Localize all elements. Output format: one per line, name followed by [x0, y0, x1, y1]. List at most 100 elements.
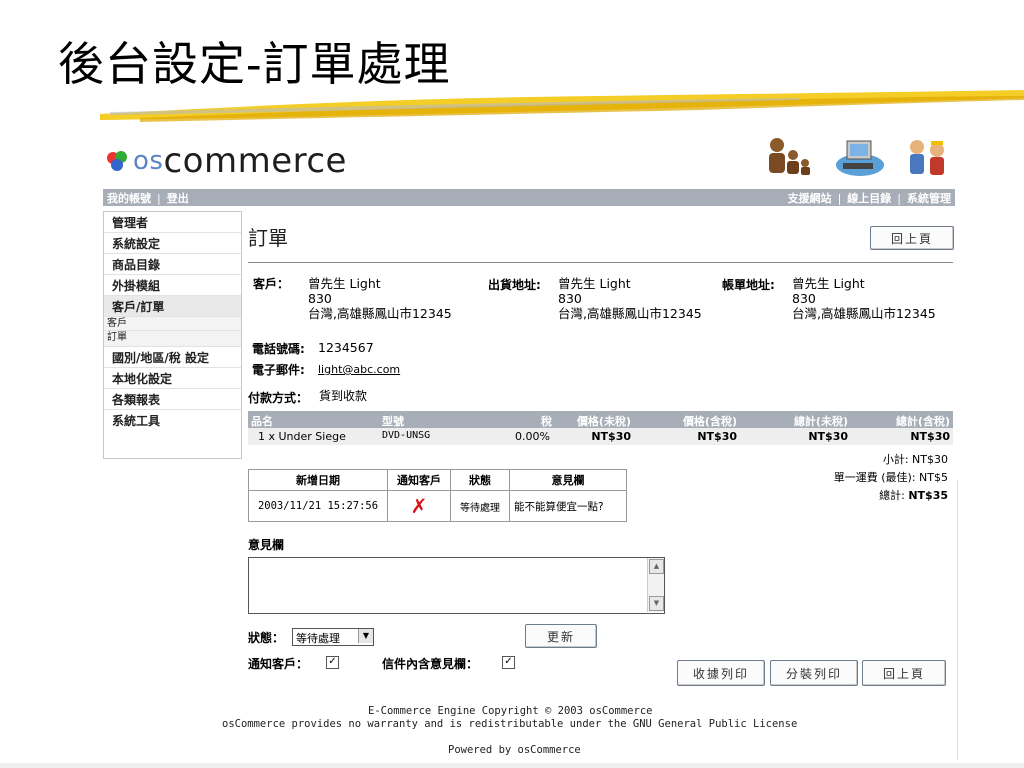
- customer-label: 客戶：: [253, 277, 290, 291]
- total-label: 總計:: [879, 489, 905, 502]
- footer-powered-by: Powered by osCommerce: [448, 744, 581, 756]
- col-model: 型號: [382, 415, 404, 428]
- online-catalog-link[interactable]: 線上目錄: [847, 192, 891, 205]
- append-comments-label: 信件內含意見欄：: [382, 657, 479, 671]
- content-border: [957, 480, 958, 760]
- brush-stroke-decoration: [100, 90, 1024, 122]
- sidebar-item-locations-taxes[interactable]: 國別/地區/稅 設定: [104, 347, 241, 368]
- sidebar-item-localization[interactable]: 本地化設定: [104, 368, 241, 389]
- back-button-bottom[interactable]: 回上頁: [862, 660, 946, 686]
- administration-link[interactable]: 系統管理: [907, 192, 951, 205]
- sidebar-item-tools[interactable]: 系統工具: [104, 410, 241, 430]
- history-comment: 能不能算便宜一點?: [509, 490, 627, 522]
- history-col-notified: 通知客戶: [387, 469, 451, 491]
- col-total-inc: 總計(含稅): [895, 415, 950, 428]
- product-total-inc: NT$30: [910, 430, 950, 443]
- status-select[interactable]: 等待處理 ▼: [292, 628, 374, 646]
- col-product: 品名: [251, 415, 273, 428]
- shipping-cost-row: 單一運費 (最佳): NT$5: [834, 469, 948, 487]
- notify-customer-checkbox[interactable]: ✓: [326, 656, 339, 669]
- logo-commerce-text: commerce: [163, 141, 347, 181]
- my-account-link[interactable]: 我的帳號: [107, 192, 151, 205]
- shipping-name: 曾先生 Light: [558, 276, 631, 291]
- subtotal-row: 小計: NT$30: [834, 451, 948, 469]
- shipping-cost-value: NT$5: [919, 471, 948, 484]
- subtotal-label: 小計:: [882, 453, 909, 466]
- table-row: 2003/11/21 15:27:56 ✗ 等待處理 能不能算便宜一點?: [248, 490, 627, 522]
- sidebar-subitem-customers[interactable]: 客戶: [104, 317, 241, 331]
- update-button[interactable]: 更新: [525, 624, 597, 648]
- col-price-inc: 價格(含稅): [682, 415, 737, 428]
- comments-label: 意見欄: [248, 538, 285, 552]
- email-label: 電子郵件:: [252, 363, 305, 377]
- status-selected-value: 等待處理: [296, 632, 340, 645]
- footer-license: osCommerce provides no warranty and is r…: [222, 718, 798, 730]
- notify-customer-label: 通知客戶：: [248, 657, 309, 671]
- slide-bottom-edge: [0, 763, 1024, 768]
- page-title: 訂單: [248, 226, 288, 250]
- sidebar-item-reports[interactable]: 各類報表: [104, 389, 241, 410]
- payment-label: 付款方式：: [248, 391, 309, 405]
- history-status: 等待處理: [450, 490, 510, 522]
- logo-os-text: os: [133, 146, 164, 176]
- customer-address: 台灣,高雄縣鳳山市12345: [308, 306, 452, 321]
- product-price-inc: NT$30: [697, 430, 737, 443]
- header-illustrations: [769, 138, 944, 176]
- sidebar: 管理者 系統設定 商品目錄 外掛模組 客戶/訂單 客戶 訂單 國別/地區/稅 設…: [103, 211, 242, 459]
- billing-address: 台灣,高雄縣鳳山市12345: [792, 306, 936, 321]
- scroll-down-icon[interactable]: ▼: [649, 596, 664, 611]
- history-date: 2003/11/21 15:27:56: [248, 490, 388, 522]
- support-site-link[interactable]: 支援網站: [788, 192, 832, 205]
- grand-total-row: 總計: NT$35: [834, 487, 948, 505]
- product-tax: 0.00%: [515, 430, 550, 443]
- totals-block: 小計: NT$30 單一運費 (最佳): NT$5 總計: NT$35: [834, 451, 948, 505]
- workers-icon: [910, 140, 944, 175]
- email-link[interactable]: light@abc.com: [318, 362, 400, 377]
- append-comments-checkbox[interactable]: ✓: [502, 656, 515, 669]
- computer-icon: [836, 140, 884, 176]
- shipping-label: 出貨地址:: [488, 278, 541, 292]
- sidebar-item-administrators[interactable]: 管理者: [104, 212, 241, 233]
- billing-postcode: 830: [792, 291, 816, 306]
- phone-label: 電話號碼:: [252, 342, 305, 356]
- comments-scrollbar[interactable]: ▲ ▼: [647, 558, 664, 612]
- total-value: NT$35: [908, 489, 948, 502]
- top-nav-bar: 我的帳號 | 登出 支援網站 | 線上目錄 | 系統管理: [103, 189, 955, 206]
- products-table-header: 品名 型號 稅 價格(未稅) 價格(含稅) 總計(未稅) 總計(含稅): [248, 411, 953, 428]
- sidebar-subitem-orders[interactable]: 訂單: [104, 331, 241, 347]
- invoice-print-button[interactable]: 收據列印: [677, 660, 765, 686]
- divider: [248, 262, 953, 263]
- col-total-ex: 總計(未稅): [793, 415, 848, 428]
- payment-value: 貨到收款: [319, 389, 368, 403]
- logout-link[interactable]: 登出: [167, 192, 189, 205]
- sidebar-item-configuration[interactable]: 系統設定: [104, 233, 241, 254]
- shipping-address: 台灣,高雄縣鳳山市12345: [558, 306, 702, 321]
- product-price-ex: NT$30: [591, 430, 631, 443]
- footer-copyright: E-Commerce Engine Copyright © 2003 osCom…: [368, 705, 653, 717]
- subtotal-value: NT$30: [912, 453, 948, 466]
- scroll-up-icon[interactable]: ▲: [649, 559, 664, 574]
- customer-name: 曾先生 Light: [308, 276, 381, 291]
- comments-textarea[interactable]: [248, 557, 665, 614]
- shipping-postcode: 830: [558, 291, 582, 306]
- sidebar-item-modules[interactable]: 外掛模組: [104, 275, 241, 296]
- back-button-top[interactable]: 回上頁: [870, 226, 954, 250]
- sidebar-item-customers-orders[interactable]: 客戶/訂單: [104, 296, 241, 317]
- chevron-down-icon[interactable]: ▼: [358, 629, 373, 643]
- cross-icon: ✗: [387, 490, 451, 522]
- status-label: 狀態：: [248, 631, 285, 645]
- product-total-ex: NT$30: [808, 430, 848, 443]
- customer-postcode: 830: [308, 291, 332, 306]
- table-row: 1 x Under Siege DVD-UNSG 0.00% NT$30 NT$…: [248, 428, 953, 445]
- shipping-cost-label: 單一運費 (最佳):: [833, 471, 916, 484]
- billing-label: 帳單地址:: [722, 278, 775, 292]
- status-history-table: 新增日期 通知客戶 狀態 意見欄 2003/11/21 15:27:56 ✗ 等…: [248, 469, 627, 522]
- phone-value: 1234567: [318, 340, 374, 355]
- col-price-ex: 價格(未稅): [576, 415, 631, 428]
- billing-name: 曾先生 Light: [792, 276, 865, 291]
- col-tax: 稅: [541, 415, 552, 428]
- sidebar-item-catalog[interactable]: 商品目錄: [104, 254, 241, 275]
- oscommerce-logo[interactable]: os commerce: [104, 140, 347, 182]
- packing-slip-button[interactable]: 分裝列印: [770, 660, 858, 686]
- history-col-status: 狀態: [450, 469, 510, 491]
